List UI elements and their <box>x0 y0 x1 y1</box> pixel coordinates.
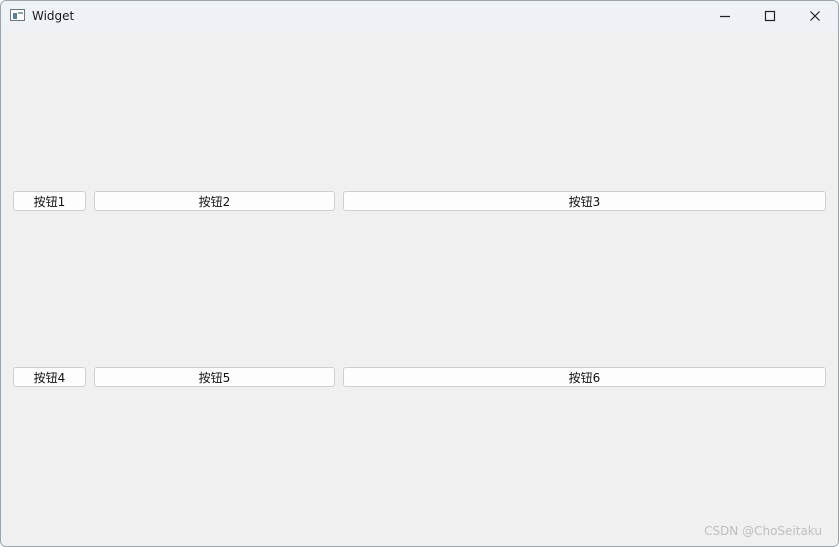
close-button[interactable] <box>792 1 838 31</box>
title-bar[interactable]: Widget <box>1 1 838 31</box>
app-window-icon <box>10 9 25 21</box>
close-icon <box>810 11 820 21</box>
minimize-button[interactable] <box>702 1 748 31</box>
widget-content: 按钮1 按钮2 按钮3 按钮4 按钮5 按钮6 CSDN @ChoSeitaku <box>1 31 838 546</box>
button-3[interactable]: 按钮3 <box>343 191 826 211</box>
button-6[interactable]: 按钮6 <box>343 367 826 387</box>
application-window: Widget 按钮1 按钮2 按钮3 按钮4 按钮5 按钮6 CSDN @Cho… <box>0 0 839 547</box>
button-4[interactable]: 按钮4 <box>13 367 86 387</box>
maximize-button[interactable] <box>747 1 793 31</box>
minimize-icon <box>720 15 730 18</box>
button-1[interactable]: 按钮1 <box>13 191 86 211</box>
button-5[interactable]: 按钮5 <box>94 367 335 387</box>
csdn-watermark: CSDN @ChoSeitaku <box>704 524 822 538</box>
window-title: Widget <box>32 9 75 23</box>
button-2[interactable]: 按钮2 <box>94 191 335 211</box>
maximize-icon <box>764 10 776 22</box>
